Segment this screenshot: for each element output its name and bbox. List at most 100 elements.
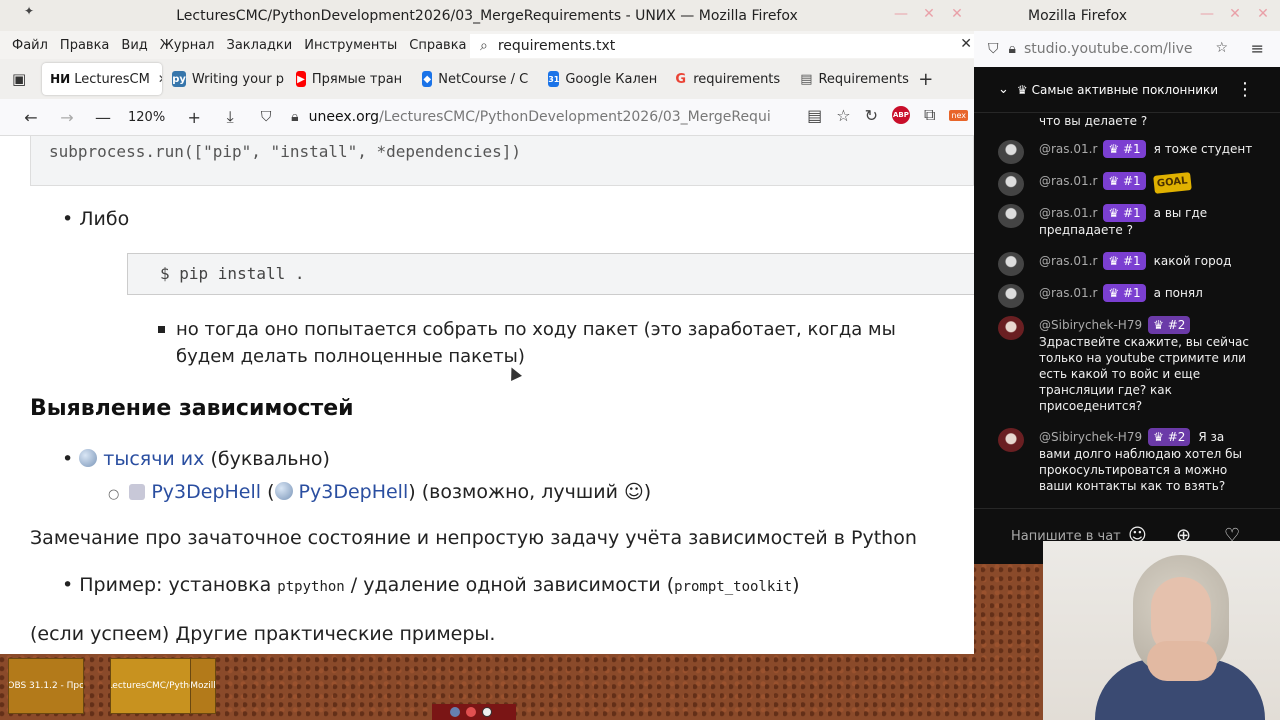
system-tray — [432, 704, 516, 720]
tab-calendar[interactable]: 31 Google Кален — [538, 63, 664, 95]
thousands-link[interactable]: тысячи их — [103, 448, 204, 470]
menu-help[interactable]: Справка — [409, 38, 466, 53]
avatar[interactable] — [998, 316, 1024, 340]
close-icon[interactable]: ✕ — [1254, 5, 1272, 23]
download-icon[interactable]: ⤓ — [215, 107, 245, 127]
tab-label: Google Кален — [565, 71, 658, 87]
crown-icon: ♛ — [1016, 82, 1028, 97]
avatar[interactable] — [998, 284, 1024, 308]
tab-live[interactable]: ▶ Прямые тран — [286, 63, 412, 95]
message-text: какой город — [1153, 254, 1232, 268]
find-close-icon[interactable]: ✕ — [960, 36, 972, 52]
tab-netcourse[interactable]: ◆ NetCourse / C — [412, 63, 538, 95]
chat-message: что вы делаете ? — [998, 113, 1258, 129]
minimize-icon[interactable]: — — [892, 5, 910, 23]
tab-requirements-doc[interactable]: ▤ Requirements — [790, 63, 912, 95]
menu-bookmarks[interactable]: Закладки — [227, 38, 293, 53]
message-author[interactable]: @ras.01.r — [1039, 286, 1097, 300]
chat-filter-label[interactable]: Самые активные поклонники — [1032, 83, 1218, 97]
taskbar-item-obs[interactable]: OBS 31.1.2 - Про — [8, 658, 84, 714]
minimize-icon[interactable]: — — [1198, 5, 1216, 23]
maximize-icon[interactable]: ✕ — [920, 5, 938, 23]
tray-network-icon[interactable] — [450, 707, 460, 717]
list-item: • Пример: установка ptpython / удаление … — [62, 574, 800, 596]
message-author[interactable]: @ras.01.r — [1039, 254, 1097, 268]
message-author[interactable]: @ras.01.r — [1039, 142, 1097, 156]
find-input[interactable]: requirements.txt — [498, 38, 615, 54]
window-titlebar[interactable]: Mozilla Firefox — ✕ ✕ — [974, 0, 1280, 31]
close-icon[interactable]: ✕ — [948, 5, 966, 23]
message-author[interactable]: @ras.01.r — [1039, 174, 1097, 188]
goal-emoji-icon: GOAL — [1152, 172, 1192, 194]
bookmark-star-icon[interactable]: ☆ — [836, 106, 850, 125]
calendar-favicon-icon: 31 — [548, 71, 560, 87]
taskbar-item-mozilla[interactable]: Mozill — [190, 658, 216, 714]
message-author[interactable]: @Sibirychek-H79 — [1039, 430, 1142, 444]
forward-icon[interactable]: → — [52, 108, 82, 127]
tray-record-icon[interactable] — [466, 707, 476, 717]
menu-view[interactable]: Вид — [121, 38, 147, 53]
list-item: • тысячи их (буквально) — [62, 448, 330, 470]
zoom-level[interactable]: 120% — [128, 110, 165, 125]
menu-file[interactable]: Файл — [12, 38, 48, 53]
example-prefix: Пример: установка — [79, 574, 272, 596]
py3dephell-link[interactable]: Py3DepHell — [151, 481, 261, 503]
message-text: что вы делаете ? — [1039, 114, 1148, 128]
menubar: Файл Правка Вид Журнал Закладки Инструме… — [0, 31, 974, 59]
fan-badge: ♛ #1 — [1103, 204, 1146, 222]
shield-icon[interactable]: ⛉ — [251, 109, 281, 125]
maximize-icon[interactable]: ✕ — [1226, 5, 1244, 23]
reload-icon[interactable]: ↻ — [865, 106, 878, 125]
more-options-icon[interactable]: ⋮ — [1236, 79, 1254, 100]
python-favicon-icon: py — [172, 71, 186, 87]
find-bar[interactable]: ⌕ requirements.txt ✕ — [470, 34, 974, 58]
bookmark-star-icon[interactable]: ☆ — [1215, 40, 1228, 56]
avatar[interactable] — [998, 204, 1024, 228]
moin-icon — [129, 484, 146, 500]
tray-github-icon[interactable] — [482, 707, 492, 717]
menu-history[interactable]: Журнал — [160, 38, 215, 53]
tab-label: LecturesCM — [74, 71, 150, 87]
chevron-down-icon[interactable]: ⌄ — [998, 82, 1009, 97]
avatar[interactable] — [998, 252, 1024, 276]
extensions-icon[interactable]: ⧉ — [924, 105, 935, 125]
message-author[interactable]: @Sibirychek-H79 — [1039, 318, 1142, 332]
back-icon[interactable]: ← — [16, 108, 46, 127]
zoom-out-icon[interactable]: — — [88, 108, 118, 127]
tab-requirements-google[interactable]: G requirements — [664, 63, 790, 95]
avatar[interactable] — [998, 140, 1024, 164]
new-tab-icon[interactable]: + — [918, 69, 933, 90]
py3dephell-external-link[interactable]: Py3DepHell — [299, 481, 409, 503]
section-heading: Выявление зависимостей — [30, 396, 354, 421]
chat-message: @ras.01.r ♛ #1 я тоже студент — [998, 140, 1258, 164]
code-prompt-toolkit: prompt_toolkit — [674, 579, 793, 595]
page-content: subprocess.run(["pip", "install", *depen… — [0, 136, 974, 654]
menu-tools[interactable]: Инструменты — [304, 38, 397, 53]
code-line: $ pip install . — [160, 264, 305, 283]
adblock-icon[interactable]: ABP — [891, 106, 910, 124]
tab-lectures[interactable]: НИ LecturesCM ✕ — [42, 63, 163, 95]
zoom-in-icon[interactable]: + — [179, 108, 209, 127]
reader-view-icon[interactable]: ▤ — [807, 106, 822, 125]
chat-message: @ras.01.r ♛ #1 GOAL — [998, 172, 1258, 196]
chat-message: @ras.01.r ♛ #1 а понял — [998, 284, 1258, 308]
taskbar-item-lectures[interactable]: LecturesCMC/Pytho — [110, 658, 192, 714]
list-item: ○ Py3DepHell (Py3DepHell) (возможно, лучш… — [108, 481, 652, 503]
url-bar[interactable]: 🔒︎ uneex.org /LecturesCMC/PythonDevelopm… — [291, 102, 791, 132]
tab-writing[interactable]: py Writing your p — [162, 63, 286, 95]
avatar[interactable] — [998, 428, 1024, 452]
menu-edit[interactable]: Правка — [60, 38, 109, 53]
remark-paragraph: Замечание про зачаточное состояние и неп… — [30, 527, 917, 549]
nex-extension-icon[interactable]: nex — [949, 109, 968, 121]
code-ptpython: ptpython — [277, 579, 345, 595]
url-bar[interactable]: ⛉ 🔒︎ studio.youtube.com/live ☆ ≡ — [974, 31, 1280, 67]
lectures-favicon-icon: НИ — [50, 72, 71, 86]
tab-list-icon[interactable]: ▣ — [12, 70, 26, 88]
fan-badge: ♛ #1 — [1103, 284, 1146, 302]
note-text: но тогда оно попытается собрать по ходу … — [176, 319, 896, 367]
avatar[interactable] — [998, 172, 1024, 196]
window-titlebar[interactable]: ✦ LecturesCMC/PythonDevelopment2026/03_M… — [0, 0, 974, 31]
menu-icon[interactable]: ≡ — [1251, 39, 1264, 58]
message-author[interactable]: @ras.01.r — [1039, 206, 1097, 220]
youtube-favicon-icon: ▶ — [296, 71, 306, 87]
